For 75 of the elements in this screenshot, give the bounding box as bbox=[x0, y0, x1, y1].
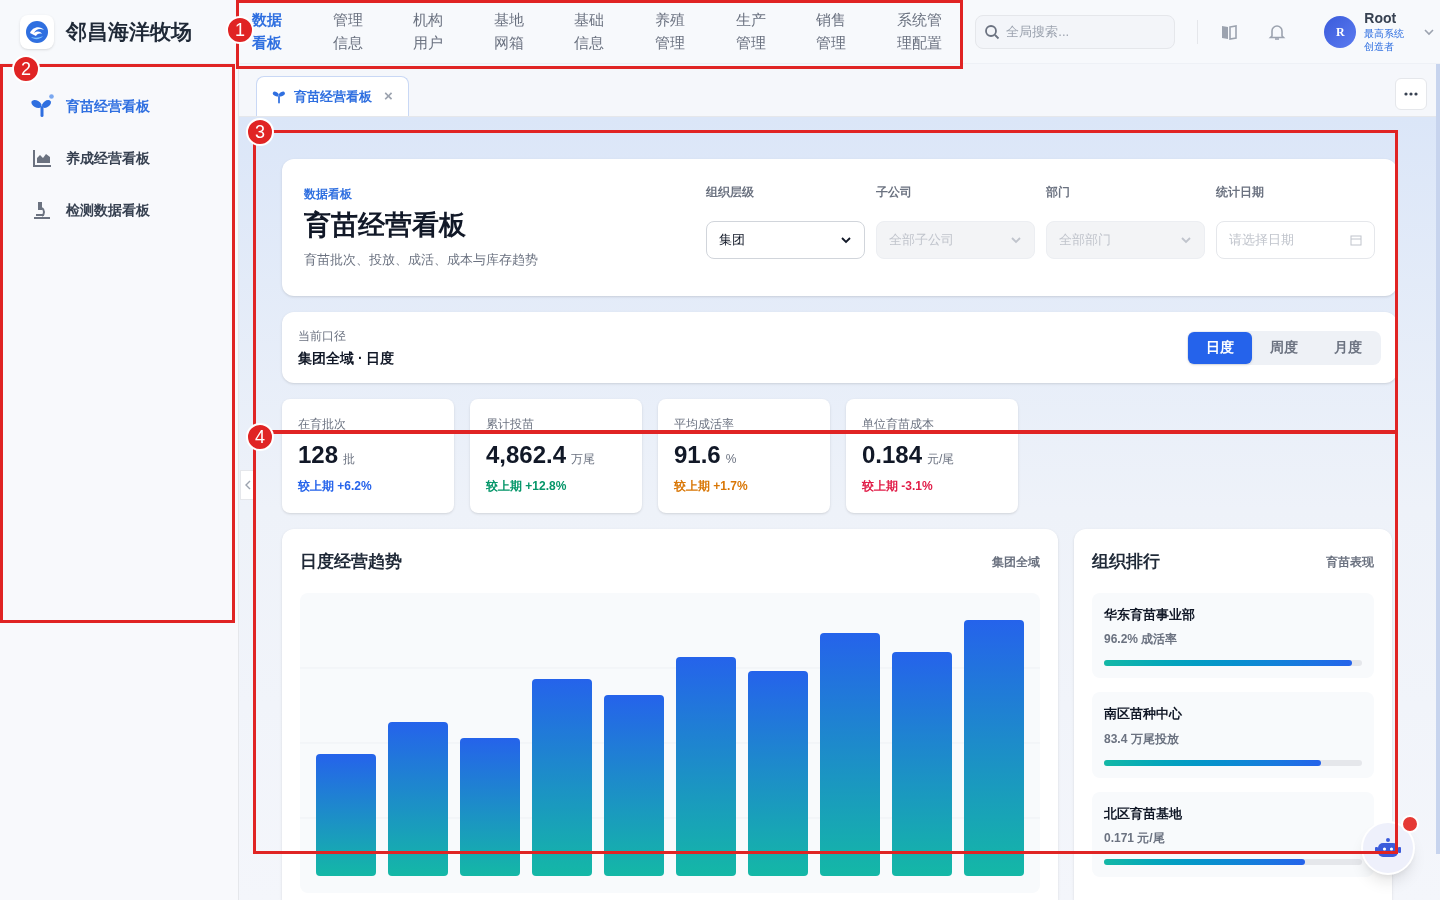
kpi-label: 单位育苗成本 bbox=[862, 417, 935, 431]
ranking-item[interactable]: 北区育苗基地 0.171 元/尾 bbox=[1092, 791, 1374, 877]
search-field[interactable]: 全局搜索... bbox=[975, 14, 1176, 49]
ranking-metric: 0.171 元/尾 bbox=[1104, 830, 1166, 847]
nav-tab[interactable]: 基地网箱 bbox=[493, 8, 526, 54]
chevron-down-icon bbox=[1180, 234, 1192, 246]
select-field[interactable]: 集团 bbox=[706, 221, 865, 259]
user-role: 最高系统创造者 bbox=[1364, 27, 1406, 54]
kpi-value: 91.6 bbox=[674, 440, 721, 470]
kpi-value: 4,862.4 bbox=[486, 440, 567, 470]
scrollbar[interactable] bbox=[1436, 64, 1440, 854]
nav-tab[interactable]: 养殖管理 bbox=[654, 8, 687, 54]
kpi-trend: 较上期 +1.7% bbox=[674, 478, 749, 495]
nav-tab[interactable]: 销售管理 bbox=[816, 8, 848, 54]
sprout-icon bbox=[272, 89, 286, 104]
nav-tab[interactable]: 基础信息 bbox=[574, 8, 606, 54]
search-icon bbox=[984, 23, 1001, 40]
kpi-label: 在育批次 bbox=[298, 417, 347, 431]
kpi-unit: 批 bbox=[343, 451, 356, 468]
period-tab[interactable]: 周度 bbox=[1252, 331, 1316, 364]
card-subtitle: 育苗表现 bbox=[1326, 553, 1374, 571]
calendar-icon bbox=[1350, 234, 1362, 246]
logo-icon bbox=[20, 14, 54, 49]
nav-tab[interactable]: 数据看板 bbox=[252, 8, 284, 54]
more-icon bbox=[1404, 92, 1418, 96]
nav-tab[interactable]: 系统管理配置 bbox=[896, 8, 944, 54]
kpi-trend: 较上期 -3.1% bbox=[862, 478, 934, 495]
filter-label: 子公司 bbox=[876, 184, 913, 201]
kpi-label: 平均成活率 bbox=[674, 417, 735, 431]
sprout-icon bbox=[30, 94, 54, 118]
filter-label: 部门 bbox=[1046, 184, 1071, 201]
kpi-trend: 较上期 +6.2% bbox=[298, 478, 373, 495]
card-title: 日度经营趋势 bbox=[300, 551, 402, 573]
ranking-item[interactable]: 华东育苗事业部 96.2% 成活率 bbox=[1092, 592, 1374, 678]
chevron-down-icon bbox=[840, 234, 852, 246]
nav-tab[interactable]: 管理信息 bbox=[332, 8, 365, 54]
ranking-name: 北区育苗基地 bbox=[1104, 804, 1183, 823]
card-title: 组织排行 bbox=[1092, 551, 1160, 573]
user-avatar[interactable]: R bbox=[1324, 15, 1357, 48]
card-subtitle: 集团全域 bbox=[992, 553, 1040, 571]
eyebrow-label: 数据看板 bbox=[304, 186, 353, 203]
book-icon[interactable] bbox=[1220, 22, 1239, 41]
scope-label: 当前口径 bbox=[298, 327, 347, 345]
bell-icon[interactable] bbox=[1268, 22, 1287, 41]
ranking-item[interactable]: 南区苗种中心 83.4 万尾投放 bbox=[1092, 692, 1374, 778]
sidebar-item[interactable]: 养成经营看板 bbox=[0, 138, 238, 178]
close-button[interactable]: × bbox=[384, 85, 393, 108]
chevron-down-icon bbox=[1010, 234, 1022, 246]
nav-tab[interactable]: 生产管理 bbox=[735, 8, 768, 54]
robot-icon bbox=[1375, 837, 1401, 859]
kpi-unit: % bbox=[725, 451, 737, 468]
ranking-metric: 83.4 万尾投放 bbox=[1104, 730, 1180, 748]
kpi-label: 累计投苗 bbox=[486, 417, 535, 431]
user-name: Root bbox=[1364, 9, 1398, 28]
brand-name: 邻昌海洋牧场 bbox=[66, 18, 192, 45]
filter-label: 统计日期 bbox=[1216, 184, 1265, 201]
page-tab[interactable]: 育苗经营看板 × bbox=[256, 76, 409, 116]
filter-label: 组织层级 bbox=[706, 184, 755, 201]
scope-value: 集团全域 · 日度 bbox=[298, 348, 396, 368]
kpi-trend: 较上期 +12.8% bbox=[486, 478, 568, 495]
page-subtitle: 育苗批次、投放、成活、成本与库存趋势 bbox=[304, 250, 539, 269]
period-tab[interactable]: 日度 bbox=[1188, 331, 1252, 364]
ranking-name: 南区苗种中心 bbox=[1104, 705, 1183, 723]
kpi-unit: 万尾 bbox=[571, 451, 596, 468]
sidebar-item[interactable]: 育苗经营看板 bbox=[0, 86, 238, 126]
sidebar-item[interactable]: 检测数据看板 bbox=[0, 190, 238, 230]
kpi-value: 128 bbox=[298, 440, 339, 470]
ranking-name: 华东育苗事业部 bbox=[1104, 605, 1196, 624]
page-title: 育苗经营看板 bbox=[304, 209, 467, 242]
kpi-unit: 元/尾 bbox=[927, 451, 955, 468]
period-tab[interactable]: 月度 bbox=[1316, 331, 1380, 364]
nav-tab[interactable]: 机构用户 bbox=[413, 8, 445, 54]
kpi-value: 0.184 bbox=[862, 440, 923, 470]
ranking-metric: 96.2% 成活率 bbox=[1104, 631, 1179, 648]
more-button[interactable] bbox=[1395, 78, 1427, 110]
